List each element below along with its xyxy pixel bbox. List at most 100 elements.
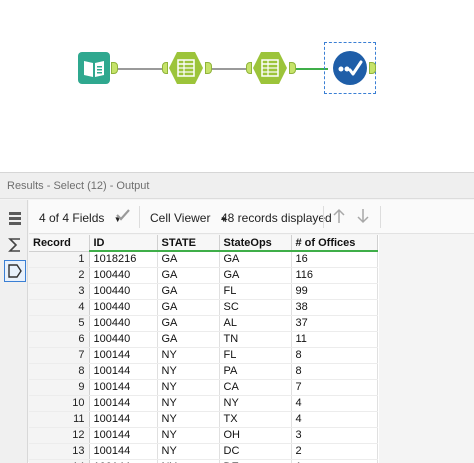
select-2-output-anchor[interactable] xyxy=(289,62,296,74)
table-row[interactable]: 5 100440 GA AL 37 xyxy=(29,315,378,332)
stateops-cell[interactable]: OH xyxy=(219,427,292,444)
offices-cell[interactable]: 7 xyxy=(291,379,378,396)
table-row[interactable]: 3 100440 GA FL 99 xyxy=(29,283,378,300)
record-cell[interactable]: 12 xyxy=(29,427,90,444)
table-row[interactable]: 11 100144 NY TX 4 xyxy=(29,411,378,428)
id-cell[interactable]: 100144 xyxy=(89,379,158,396)
column-header-state[interactable]: STATE xyxy=(157,235,220,252)
stateops-cell[interactable]: SC xyxy=(219,299,292,316)
table-row[interactable]: 14100144NYDE1 xyxy=(29,459,378,463)
record-cell[interactable]: 9 xyxy=(29,379,90,396)
workflow-canvas[interactable] xyxy=(0,0,474,172)
column-header-record[interactable]: Record xyxy=(29,235,90,252)
id-cell[interactable]: 100440 xyxy=(89,315,158,332)
record-cell[interactable]: 13 xyxy=(29,443,90,460)
record-cell[interactable]: 7 xyxy=(29,347,90,364)
offices-cell[interactable]: 11 xyxy=(291,331,378,348)
state-cell[interactable]: NY xyxy=(157,363,220,380)
table-row[interactable]: 10 100144 NY NY 4 xyxy=(29,395,378,412)
scroll-down-button[interactable] xyxy=(356,208,370,227)
stateops-cell[interactable]: NY xyxy=(219,395,292,412)
record-cell[interactable]: 1 xyxy=(29,251,90,268)
input-output-anchor[interactable] xyxy=(111,62,118,74)
stateops-cell[interactable]: GA xyxy=(219,251,292,268)
offices-cell[interactable]: 38 xyxy=(291,299,378,316)
offices-cell[interactable]: 2 xyxy=(291,443,378,460)
offices-cell[interactable]: 8 xyxy=(291,363,378,380)
state-cell[interactable]: NY xyxy=(157,443,220,460)
offices-cell[interactable]: 3 xyxy=(291,427,378,444)
offices-cell[interactable]: 37 xyxy=(291,315,378,332)
id-cell[interactable]: 100440 xyxy=(89,299,158,316)
table-row[interactable]: 4 100440 GA SC 38 xyxy=(29,299,378,316)
record-cell[interactable]: 8 xyxy=(29,363,90,380)
state-cell[interactable]: GA xyxy=(157,251,220,268)
column-header-stateops[interactable]: StateOps xyxy=(219,235,292,252)
stateops-cell[interactable]: DC xyxy=(219,443,292,460)
cell-viewer-dropdown[interactable]: Cell Viewer ▼ xyxy=(150,211,228,225)
output-tool-anchor[interactable] xyxy=(369,62,376,74)
state-cell[interactable]: GA xyxy=(157,283,220,300)
table-row[interactable]: 1 1018216 GA GA 16 xyxy=(29,251,378,268)
state-cell[interactable]: NY xyxy=(157,395,220,412)
fields-dropdown[interactable]: 4 of 4 Fields ▼ xyxy=(39,211,122,225)
stateops-cell[interactable]: CA xyxy=(219,379,292,396)
state-cell[interactable]: NY xyxy=(157,427,220,444)
apply-check-button[interactable] xyxy=(115,207,131,226)
column-header-offices[interactable]: # of Offices xyxy=(291,235,378,252)
record-cell[interactable]: 4 xyxy=(29,299,90,316)
state-cell[interactable]: GA xyxy=(157,315,220,332)
offices-cell[interactable]: 4 xyxy=(291,395,378,412)
state-cell[interactable]: NY xyxy=(157,379,220,396)
select-tool-2[interactable] xyxy=(252,50,288,86)
state-cell[interactable]: GA xyxy=(157,331,220,348)
output-tool[interactable] xyxy=(332,50,368,86)
table-row[interactable]: 2 100440 GA GA 116 xyxy=(29,267,378,284)
table-row[interactable]: 9 100144 NY CA 7 xyxy=(29,379,378,396)
stateops-cell[interactable]: DE xyxy=(219,459,292,463)
id-cell[interactable]: 100144 xyxy=(89,459,158,463)
record-cell[interactable]: 6 xyxy=(29,331,90,348)
state-cell[interactable]: NY xyxy=(157,411,220,428)
column-header-id[interactable]: ID xyxy=(89,235,158,252)
record-cell[interactable]: 5 xyxy=(29,315,90,332)
record-cell[interactable]: 10 xyxy=(29,395,90,412)
table-row[interactable]: 8 100144 NY PA 8 xyxy=(29,363,378,380)
stateops-cell[interactable]: GA xyxy=(219,267,292,284)
results-grid[interactable]: Record ID STATE StateOps # of Offices 11… xyxy=(29,235,379,463)
state-cell[interactable]: GA xyxy=(157,299,220,316)
metadata-view-button[interactable] xyxy=(4,260,26,282)
offices-cell[interactable]: 1 xyxy=(291,459,378,463)
table-view-button[interactable] xyxy=(4,208,26,230)
offices-cell[interactable]: 99 xyxy=(291,283,378,300)
id-cell[interactable]: 100144 xyxy=(89,347,158,364)
id-cell[interactable]: 100144 xyxy=(89,363,158,380)
stateops-cell[interactable]: FL xyxy=(219,283,292,300)
offices-cell[interactable]: 8 xyxy=(291,347,378,364)
state-cell[interactable]: NY xyxy=(157,347,220,364)
id-cell[interactable]: 100440 xyxy=(89,267,158,284)
offices-cell[interactable]: 16 xyxy=(291,251,378,268)
table-row[interactable]: 13 100144 NY DC 2 xyxy=(29,443,378,460)
stateops-cell[interactable]: FL xyxy=(219,347,292,364)
offices-cell[interactable]: 4 xyxy=(291,411,378,428)
id-cell[interactable]: 100144 xyxy=(89,395,158,412)
id-cell[interactable]: 100440 xyxy=(89,283,158,300)
select-1-output-anchor[interactable] xyxy=(205,62,212,74)
state-cell[interactable]: GA xyxy=(157,267,220,284)
record-cell[interactable]: 3 xyxy=(29,283,90,300)
record-cell[interactable]: 14 xyxy=(29,459,90,463)
input-data-tool[interactable] xyxy=(78,52,110,84)
offices-cell[interactable]: 116 xyxy=(291,267,378,284)
scroll-up-button[interactable] xyxy=(332,208,346,227)
stateops-cell[interactable]: AL xyxy=(219,315,292,332)
id-cell[interactable]: 1018216 xyxy=(89,251,158,268)
record-cell[interactable]: 11 xyxy=(29,411,90,428)
id-cell[interactable]: 100144 xyxy=(89,427,158,444)
stateops-cell[interactable]: TN xyxy=(219,331,292,348)
select-tool-1[interactable] xyxy=(168,50,204,86)
id-cell[interactable]: 100144 xyxy=(89,443,158,460)
record-cell[interactable]: 2 xyxy=(29,267,90,284)
table-row[interactable]: 7 100144 NY FL 8 xyxy=(29,347,378,364)
table-row[interactable]: 12 100144 NY OH 3 xyxy=(29,427,378,444)
